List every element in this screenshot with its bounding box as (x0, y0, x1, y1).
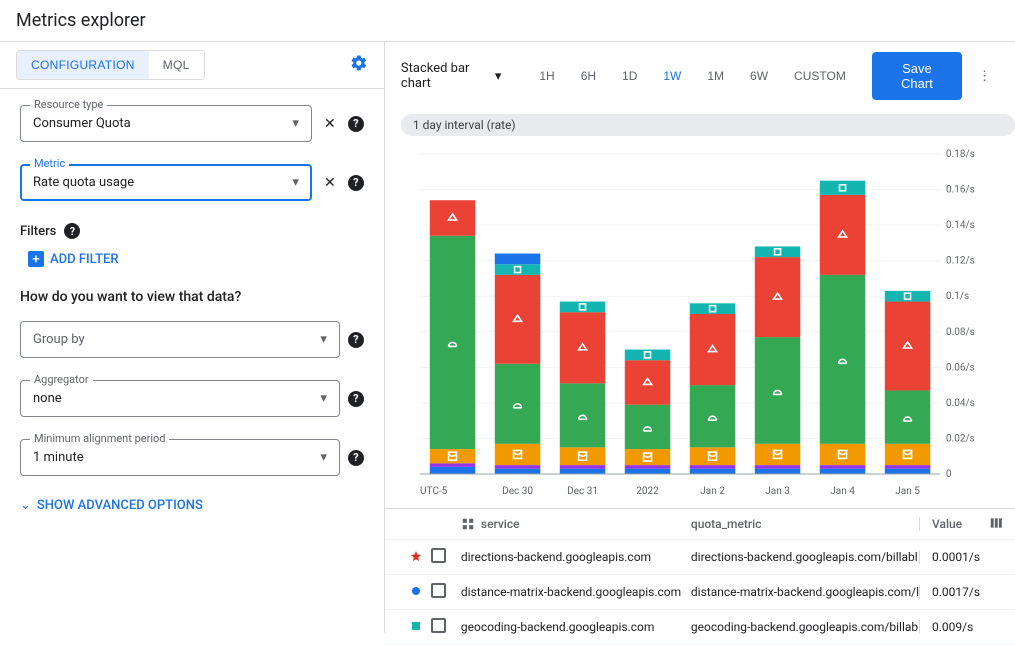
group-by-select[interactable]: Group by ▾ (20, 321, 340, 358)
time-range-custom[interactable]: CUSTOM (784, 63, 856, 89)
add-filter-button[interactable]: + ADD FILTER (28, 251, 119, 267)
legend-quota: distance-matrix-backend.googleapis.com/l (691, 585, 919, 599)
chevron-down-icon: ▾ (320, 450, 327, 465)
legend-service: geocoding-backend.googleapis.com (461, 620, 691, 634)
svg-text:Jan 2: Jan 2 (700, 486, 725, 497)
config-panel: CONFIGURATION MQL Resource type Consumer… (0, 42, 385, 633)
series-marker-icon (401, 550, 431, 565)
tab-configuration[interactable]: CONFIGURATION (17, 51, 149, 79)
help-icon[interactable]: ? (348, 116, 364, 132)
svg-text:0.04/s: 0.04/s (946, 398, 975, 409)
col-value[interactable]: Value (919, 517, 999, 531)
interval-chip: 1 day interval (rate) (401, 114, 1015, 136)
chevron-down-icon: ▾ (320, 391, 327, 406)
save-chart-button[interactable]: Save Chart (872, 52, 962, 100)
svg-text:0.02/s: 0.02/s (946, 433, 975, 444)
chart-type-select[interactable]: Stacked bar chart ▾ (401, 61, 501, 91)
svg-text:Jan 4: Jan 4 (830, 486, 855, 497)
chart-panel: Stacked bar chart ▾ 1H 6H1D1W1M6WCUSTOM S… (385, 42, 1015, 633)
chevron-down-icon: ▾ (495, 69, 502, 84)
columns-icon[interactable] (989, 516, 1003, 533)
svg-text:Jan 5: Jan 5 (895, 486, 920, 497)
legend-row[interactable]: directions-backend.googleapis.com direct… (385, 540, 1015, 575)
legend-value: 0.0017/s (919, 585, 999, 599)
page-title: Metrics explorer (0, 0, 1015, 42)
alignment-label: Minimum alignment period (30, 432, 169, 445)
time-range-1h[interactable]: 1H (529, 63, 564, 89)
resource-type-label: Resource type (30, 98, 107, 111)
svg-text:UTC-5: UTC-5 (420, 486, 448, 497)
series-checkbox[interactable] (431, 583, 446, 598)
chevron-down-icon: ▾ (320, 332, 327, 347)
advanced-label: SHOW ADVANCED OPTIONS (37, 498, 203, 513)
plus-icon: + (28, 251, 44, 267)
chart: 0 0.02/s 0.04/s 0.06/s 0.08/s 0.1/s 0.12/s 0.14… (401, 144, 999, 504)
col-quota[interactable]: quota_metric (691, 517, 919, 531)
legend-row[interactable]: geocoding-backend.googleapis.com geocodi… (385, 610, 1015, 645)
group-icon (461, 517, 475, 531)
tab-mql[interactable]: MQL (149, 51, 204, 79)
time-range-1d[interactable]: 1D (612, 63, 647, 89)
svg-text:0.18/s: 0.18/s (946, 149, 975, 160)
resource-type-value: Consumer Quota (33, 116, 131, 131)
svg-text:0.12/s: 0.12/s (946, 256, 975, 267)
legend-quota: directions-backend.googleapis.com/billab… (691, 550, 919, 564)
advanced-options-toggle[interactable]: ⌄ SHOW ADVANCED OPTIONS (20, 498, 364, 513)
gear-icon[interactable] (350, 54, 368, 76)
help-icon[interactable]: ? (348, 450, 364, 466)
time-range-6w[interactable]: 6W (740, 63, 778, 89)
legend-service: directions-backend.googleapis.com (461, 550, 691, 564)
chart-type-label: Stacked bar chart (401, 61, 491, 91)
svg-text:0.14/s: 0.14/s (946, 220, 975, 231)
series-checkbox[interactable] (431, 618, 446, 633)
series-checkbox[interactable] (431, 548, 446, 563)
legend-value: 0.0001/s (919, 550, 999, 564)
aggregator-value: none (33, 391, 62, 406)
time-range-1w[interactable]: 1W (653, 63, 691, 89)
alignment-value: 1 minute (33, 450, 84, 465)
legend-value: 0.009/s (919, 620, 999, 634)
help-icon[interactable]: ? (64, 223, 80, 239)
legend-service: distance-matrix-backend.googleapis.com (461, 585, 691, 599)
chevron-down-icon: ▾ (292, 175, 299, 190)
svg-text:Dec 30: Dec 30 (502, 486, 533, 497)
legend-table: service quota_metric Value directions-ba… (385, 508, 1015, 645)
clear-metric-icon[interactable]: ✕ (320, 175, 340, 191)
help-icon[interactable]: ? (348, 175, 364, 191)
time-range-group: 1H 6H1D1W1M6WCUSTOM (529, 63, 855, 89)
svg-text:0: 0 (946, 469, 952, 480)
metric-value: Rate quota usage (33, 175, 134, 190)
svg-text:0.1/s: 0.1/s (946, 291, 969, 302)
chevron-down-icon: ▾ (292, 116, 299, 131)
metric-label: Metric (30, 157, 69, 170)
svg-text:Dec 31: Dec 31 (567, 486, 598, 497)
col-service[interactable]: service (481, 517, 520, 531)
group-by-placeholder: Group by (33, 332, 85, 347)
svg-text:0.16/s: 0.16/s (946, 185, 975, 196)
svg-text:0.06/s: 0.06/s (946, 362, 975, 373)
svg-text:2022: 2022 (636, 486, 659, 497)
time-range-1m[interactable]: 1M (697, 63, 734, 89)
aggregator-label: Aggregator (30, 373, 93, 386)
series-marker-icon (401, 620, 431, 634)
help-icon[interactable]: ? (348, 332, 364, 348)
legend-row[interactable]: distance-matrix-backend.googleapis.com d… (385, 575, 1015, 610)
series-marker-icon (401, 585, 431, 599)
time-range-6h[interactable]: 6H (571, 63, 606, 89)
view-question: How do you want to view that data? (20, 289, 364, 305)
filters-label: Filters (20, 224, 56, 239)
svg-text:Jan 3: Jan 3 (765, 486, 790, 497)
svg-text:0.08/s: 0.08/s (946, 327, 975, 338)
help-icon[interactable]: ? (348, 391, 364, 407)
legend-quota: geocoding-backend.googleapis.com/billab (691, 620, 919, 634)
clear-resource-icon[interactable]: ✕ (320, 116, 340, 132)
kebab-menu-icon[interactable]: ⋮ (970, 69, 999, 84)
chevron-down-icon: ⌄ (20, 498, 31, 513)
add-filter-label: ADD FILTER (50, 252, 119, 267)
